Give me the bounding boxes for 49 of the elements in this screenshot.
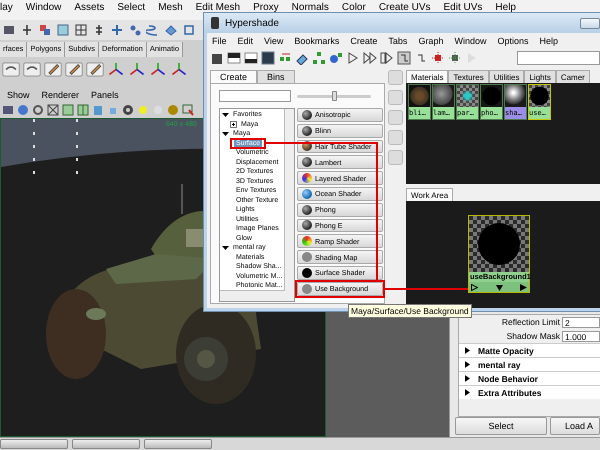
section-title: Extra Attributes <box>478 388 542 398</box>
section-header[interactable]: mental ray <box>459 357 600 371</box>
menu-item[interactable]: Edit Mesh <box>196 2 240 13</box>
menu-item[interactable]: Edit UVs <box>444 2 482 13</box>
menu-item[interactable]: Graph <box>418 36 444 46</box>
tab[interactable]: Textures <box>448 70 489 83</box>
menu-item[interactable]: File <box>212 36 227 46</box>
menu-item[interactable]: lay <box>0 2 13 13</box>
number-field[interactable]: 2 <box>562 316 600 328</box>
tab[interactable]: Camer <box>556 70 590 83</box>
section-title: Matte Opacity <box>478 346 534 356</box>
field-label: Shadow Mask <box>506 331 560 341</box>
menu-item[interactable]: Window <box>26 2 62 13</box>
window-title: Hypershade <box>225 18 279 28</box>
load-button[interactable]: Load A <box>550 417 600 435</box>
section-header[interactable]: Matte Opacity <box>459 343 600 357</box>
menu-item[interactable]: Options <box>497 36 528 46</box>
menu-item[interactable]: Mesh <box>158 2 183 13</box>
select-button[interactable]: Select <box>455 417 547 435</box>
field-label: Reflection Limit <box>502 317 560 327</box>
tab[interactable]: Create <box>210 70 258 83</box>
menu-item[interactable]: Create UVs <box>378 2 430 13</box>
menu-item[interactable]: View <box>264 36 284 46</box>
menu-item[interactable]: Bookmarks <box>294 36 340 46</box>
section-title: mental ray <box>478 360 521 370</box>
menu-item[interactable]: Normals <box>292 2 329 13</box>
menu-item[interactable]: Renderer <box>42 90 80 100</box>
tooltip: Maya/Surface/Use Background <box>348 304 472 318</box>
menu-item[interactable]: Panels <box>91 90 119 100</box>
menu-item[interactable]: Edit <box>238 36 254 46</box>
menu-item[interactable]: Window <box>454 36 486 46</box>
tab[interactable]: Lights <box>524 70 556 83</box>
section-header[interactable]: Node Behavior <box>459 371 600 385</box>
section-header[interactable]: Extra Attributes <box>459 385 600 399</box>
menu-item[interactable]: Color <box>342 2 366 13</box>
section-title: Node Behavior <box>478 374 538 384</box>
tab[interactable]: Work Area <box>406 188 454 201</box>
tab[interactable]: Bins <box>257 70 295 83</box>
menu-item[interactable]: Proxy <box>253 2 279 13</box>
menu-item[interactable]: Select <box>117 2 146 13</box>
menu-item[interactable]: Tabs <box>388 36 408 46</box>
menu-item[interactable]: Show <box>7 90 30 100</box>
menu-item[interactable]: Help <box>540 36 558 46</box>
tab[interactable]: Utilities <box>488 70 524 83</box>
menu-item[interactable]: Help <box>495 2 516 13</box>
number-field[interactable]: 1.000 <box>562 330 600 342</box>
tab[interactable]: Materials <box>406 70 448 83</box>
menu-item[interactable]: Create <box>350 36 378 46</box>
menu-item[interactable]: Assets <box>74 2 104 13</box>
